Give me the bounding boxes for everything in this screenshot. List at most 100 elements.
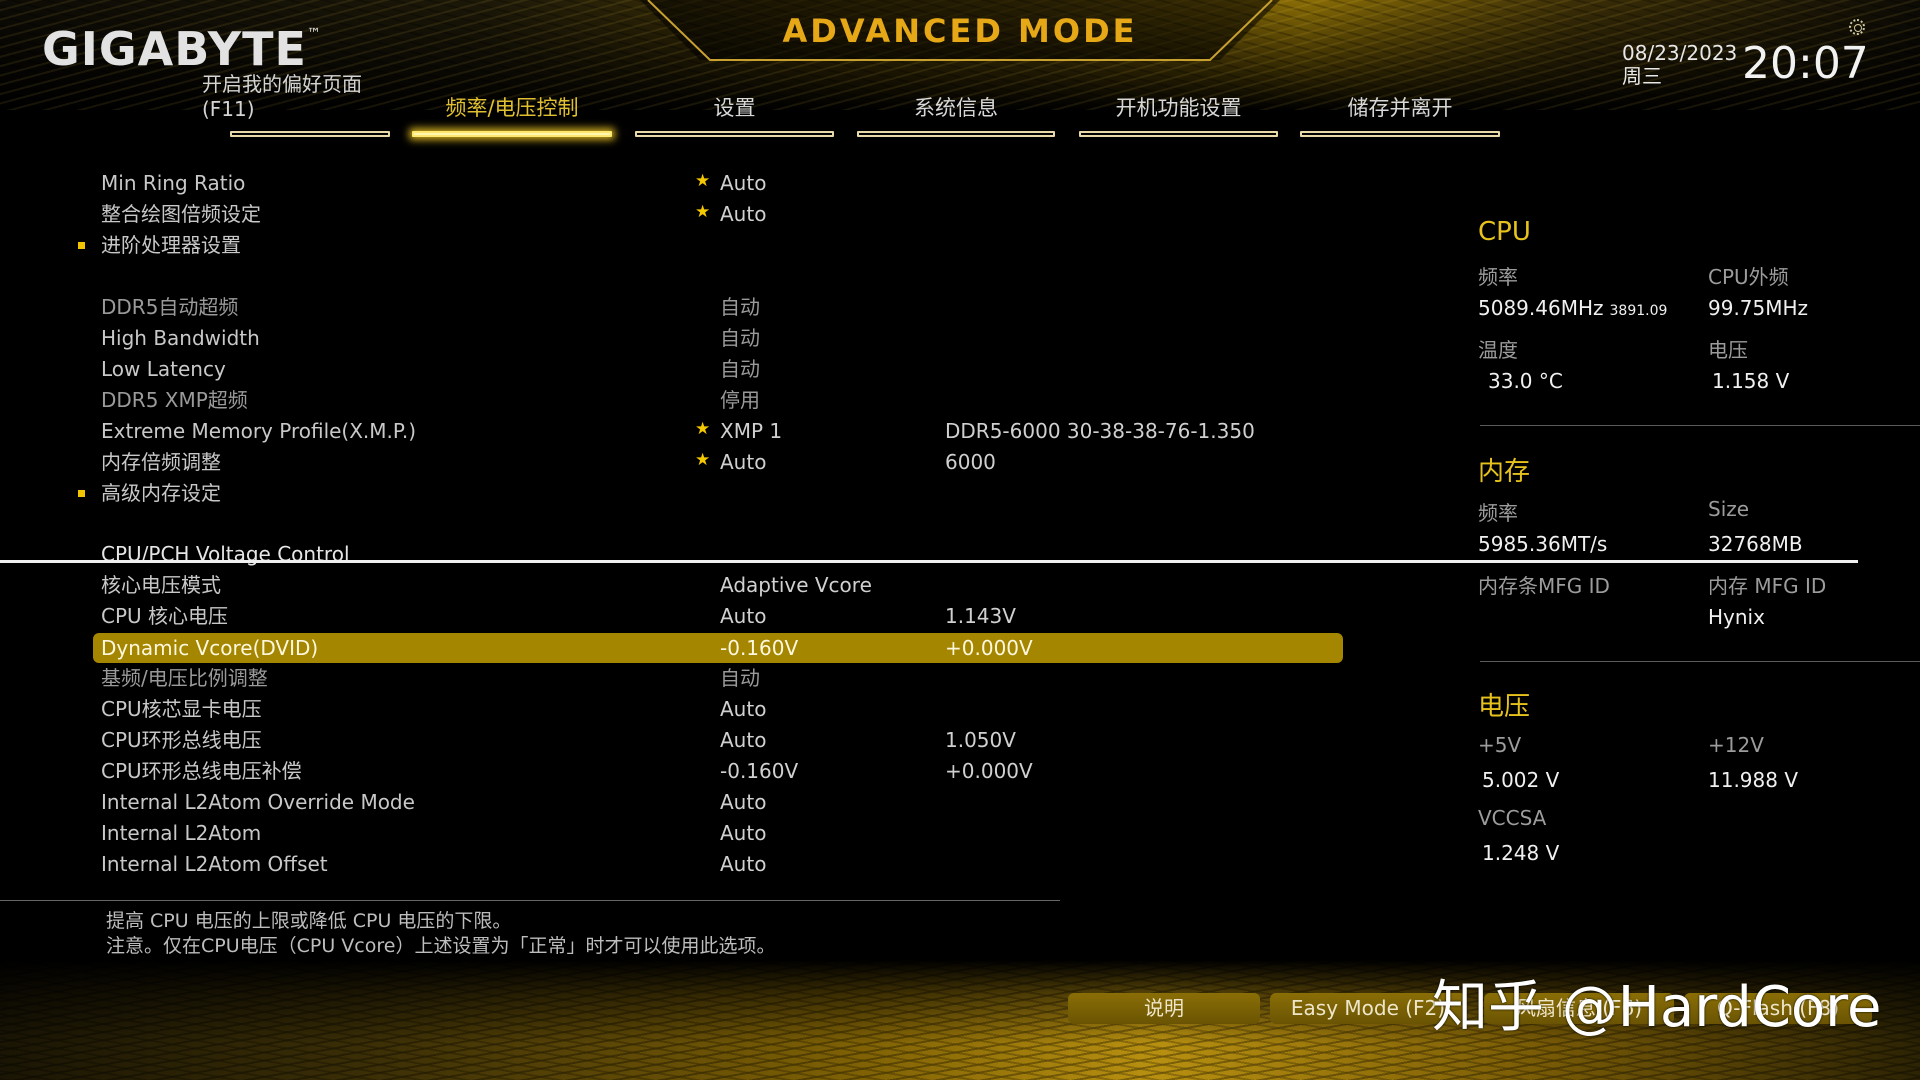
setting-info: DDR5-6000 30-38-38-76-1.350: [945, 419, 1255, 443]
cpu-volt-label: 电压: [1708, 338, 1748, 362]
memory-freq-value: 5985.36MT/s: [1478, 532, 1608, 556]
setting-label: DDR5自动超频: [101, 295, 239, 319]
setting-label: Dynamic Vcore(DVID): [101, 636, 319, 660]
setting-label: CPU环形总线电压补偿: [101, 759, 302, 783]
tab-save-exit[interactable]: 储存并离开: [1300, 93, 1500, 139]
setting-label: Low Latency: [101, 357, 226, 381]
trademark: ™: [306, 26, 322, 42]
tab-settings[interactable]: 设置: [635, 93, 834, 139]
setting-info: +0.000V: [945, 759, 1033, 783]
setting-label: CPU 核心电压: [101, 604, 229, 628]
setting-value[interactable]: XMP 1: [720, 416, 782, 446]
panel-divider: [1480, 661, 1920, 662]
cpu-bclk-label: CPU外频: [1708, 265, 1789, 289]
memory-mfg-value: Hynix: [1708, 605, 1765, 629]
setting-row-selected[interactable]: Dynamic Vcore(DVID) -0.160V +0.000V: [93, 633, 1343, 663]
setting-row[interactable]: CPU 核心电压 Auto 1.143V: [93, 601, 1343, 631]
help-text: 提高 CPU 电压的上限或降低 CPU 电压的下限。 注意。仅在CPU电压（CP…: [106, 909, 775, 959]
submenu-bullet-icon: [78, 242, 85, 249]
setting-row[interactable]: 内存倍频调整 ★ Auto 6000: [93, 447, 1343, 477]
setting-row: DDR5自动超频 自动: [93, 292, 1343, 322]
submenu-label: 进阶处理器设置: [101, 233, 241, 257]
gigabyte-logo: GIGABYTE™: [42, 22, 322, 76]
cpu-freq: 5089.46MHz: [1478, 296, 1604, 320]
setting-value[interactable]: Auto: [720, 601, 766, 631]
mode-title: ADVANCED MODE: [782, 12, 1138, 50]
12v-value: 11.988 V: [1708, 768, 1799, 792]
submenu-row[interactable]: 高级内存设定: [78, 478, 1343, 508]
setting-row[interactable]: Min Ring Ratio ★ Auto: [93, 168, 1343, 198]
setting-row: DDR5 XMP超频 停用: [93, 385, 1343, 415]
setting-row[interactable]: 整合绘图倍频设定 ★ Auto: [93, 199, 1343, 229]
setting-value: 自动: [720, 326, 760, 350]
setting-row[interactable]: CPU环形总线电压 Auto 1.050V: [93, 725, 1343, 755]
setting-value[interactable]: Auto: [720, 818, 766, 848]
setting-info: 1.050V: [945, 728, 1016, 752]
setting-value[interactable]: Adaptive Vcore: [720, 570, 872, 600]
memory-freq-label: 频率: [1478, 501, 1518, 525]
submenu-bullet-icon: [78, 490, 85, 497]
star-icon: ★: [695, 171, 711, 191]
memory-stick-mfg-label: 内存条MFG ID: [1478, 574, 1610, 598]
clock: 20:07: [1742, 38, 1869, 89]
section-title: CPU/PCH Voltage Control: [101, 542, 350, 566]
tab-system-info[interactable]: 系统信息: [857, 93, 1055, 139]
tab-underline-active: [412, 131, 612, 137]
vccsa-label: VCCSA: [1478, 806, 1547, 830]
help-line: 注意。仅在CPU电压（CPU Vcore）上述设置为「正常」时才可以使用此选项。: [106, 935, 776, 957]
tab-underline: [230, 131, 390, 137]
setting-label: DDR5 XMP超频: [101, 388, 248, 412]
cpu-freq-secondary: 3891.09: [1609, 303, 1668, 319]
setting-label: High Bandwidth: [101, 326, 260, 350]
help-button[interactable]: 说明: [1068, 993, 1260, 1024]
setting-row[interactable]: Internal L2Atom Override Mode Auto: [93, 787, 1343, 817]
setting-label: Internal L2Atom: [101, 821, 262, 845]
setting-value[interactable]: Auto: [720, 725, 766, 755]
tab-label: 系统信息: [914, 96, 998, 120]
setting-value[interactable]: Auto: [720, 787, 766, 817]
setting-value: 自动: [720, 357, 760, 381]
submenu-row[interactable]: 进阶处理器设置: [78, 230, 1343, 260]
setting-row[interactable]: CPU核芯显卡电压 Auto: [93, 694, 1343, 724]
tab-frequency-voltage[interactable]: 频率/电压控制: [412, 93, 612, 139]
setting-row[interactable]: Extreme Memory Profile(X.M.P.) ★ XMP 1 DDR5…: [93, 416, 1343, 446]
setting-row[interactable]: Internal L2Atom Offset Auto: [93, 849, 1343, 879]
gear-icon[interactable]: [1849, 19, 1865, 35]
voltage-section-title: 电压: [1478, 692, 1531, 722]
setting-row[interactable]: 核心电压模式 Adaptive Vcore: [93, 570, 1343, 600]
setting-value[interactable]: Auto: [720, 447, 766, 477]
setting-label: Extreme Memory Profile(X.M.P.): [101, 419, 417, 443]
cpu-freq-value: 5089.46MHz 3891.09: [1478, 296, 1667, 320]
setting-value[interactable]: Auto: [720, 849, 766, 879]
setting-label: Min Ring Ratio: [101, 171, 246, 195]
tab-underline: [1300, 131, 1500, 137]
cpu-volt-value: 1.158 V: [1712, 369, 1790, 393]
setting-value[interactable]: Auto: [720, 168, 766, 198]
setting-row[interactable]: CPU环形总线电压补偿 -0.160V +0.000V: [93, 756, 1343, 786]
setting-label: CPU环形总线电压: [101, 728, 262, 752]
weekday: 周三: [1622, 64, 1662, 88]
tab-underline: [1079, 131, 1278, 137]
setting-value[interactable]: -0.160V: [720, 633, 798, 663]
panel-divider: [1480, 425, 1920, 426]
memory-size-label: Size: [1708, 497, 1750, 521]
setting-label: CPU核芯显卡电压: [101, 697, 262, 721]
tab-boot[interactable]: 开机功能设置: [1079, 93, 1278, 139]
setting-info: 1.143V: [945, 604, 1016, 628]
setting-value[interactable]: -0.160V: [720, 756, 798, 786]
vccsa-value: 1.248 V: [1482, 841, 1560, 865]
setting-value[interactable]: Auto: [720, 199, 766, 229]
cpu-temp-label: 温度: [1478, 338, 1518, 362]
star-icon: ★: [695, 419, 711, 439]
setting-info: +0.000V: [945, 636, 1033, 660]
setting-row[interactable]: Internal L2Atom Auto: [93, 818, 1343, 848]
tab-underline: [635, 131, 834, 137]
setting-value: 自动: [720, 666, 760, 690]
tab-label: 储存并离开: [1347, 96, 1453, 120]
help-line: 提高 CPU 电压的上限或降低 CPU 电压的下限。: [106, 910, 512, 932]
12v-label: +12V: [1708, 733, 1764, 757]
tab-favorites-bar[interactable]: [230, 93, 390, 139]
setting-row: Low Latency 自动: [93, 354, 1343, 384]
brand-name: GIGABYTE: [42, 22, 307, 76]
setting-value[interactable]: Auto: [720, 694, 766, 724]
